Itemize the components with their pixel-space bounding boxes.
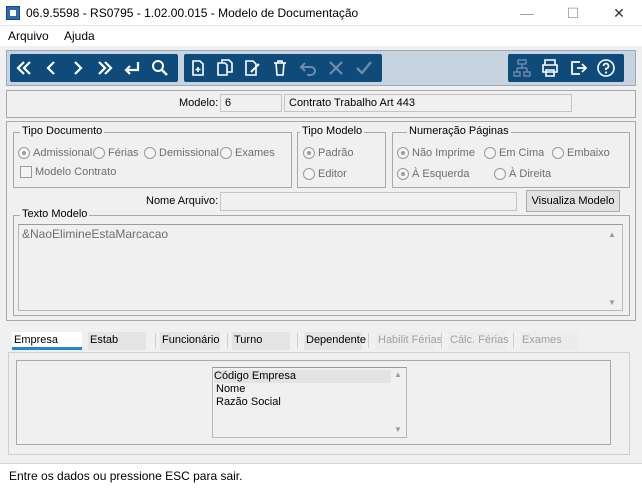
modelo-contrato-checkbox[interactable]: Modelo Contrato <box>20 166 117 179</box>
modelo-label: Modelo: <box>179 97 219 109</box>
radio-demissional-label: Demissional <box>159 147 219 159</box>
search-icon[interactable] <box>148 56 172 80</box>
scroll-down-icon[interactable]: ▼ <box>608 298 616 307</box>
radio-exames-indicator[interactable] <box>220 147 232 160</box>
tab-estab[interactable]: Estab <box>88 332 146 350</box>
edit-icon[interactable] <box>240 56 264 80</box>
radio-nao-imprime-indicator[interactable] <box>397 147 409 160</box>
scroll-up-icon[interactable]: ▲ <box>608 230 616 239</box>
first-icon[interactable] <box>12 56 36 80</box>
radio-embaixo-indicator[interactable] <box>552 147 564 160</box>
modelo-description-field: Contrato Trabalho Art 443 <box>284 94 572 112</box>
list-scroll-up-icon[interactable]: ▲ <box>394 370 402 379</box>
nome-arquivo-label: Nome Arquivo: <box>146 195 219 207</box>
radio-em-cima-label: Em Cima <box>499 147 545 159</box>
tab-separator <box>297 333 298 348</box>
list-item[interactable]: Razão Social <box>216 396 281 409</box>
modelo-contrato-label: Modelo Contrato <box>35 166 117 178</box>
window-title: 06.9.5598 - RS0795 - 1.02.00.015 - Model… <box>26 6 359 20</box>
exit-icon[interactable] <box>566 56 590 80</box>
numeracao-legend: Numeração Páginas <box>407 125 511 137</box>
minimize-icon[interactable]: — <box>504 0 550 26</box>
radio-padrao-label: Padrão <box>318 147 354 159</box>
tab-separator <box>227 333 228 348</box>
previous-icon[interactable] <box>39 56 63 80</box>
help-icon[interactable] <box>594 56 618 80</box>
goto-icon[interactable] <box>120 56 144 80</box>
tipo-documento-group <box>13 132 292 188</box>
radio-exames[interactable]: Exames <box>220 147 275 160</box>
print-icon[interactable] <box>538 56 562 80</box>
list-item[interactable]: Código Empresa <box>214 370 391 383</box>
radio-ferias-indicator[interactable] <box>93 147 105 160</box>
status-text: Entre os dados ou pressione ESC para sai… <box>9 469 243 483</box>
radio-embaixo-label: Embaixo <box>567 147 610 159</box>
tab-separator <box>513 333 514 348</box>
radio-demissional-indicator[interactable] <box>144 147 156 160</box>
radio-admissional-indicator[interactable] <box>18 147 30 160</box>
radio-a-esquerda[interactable]: À Esquerda <box>397 168 470 181</box>
tipo-modelo-legend: Tipo Modelo <box>300 125 365 137</box>
tab-separator <box>155 333 156 348</box>
radio-a-direita[interactable]: À Direita <box>494 168 552 181</box>
nav-toolbar-group <box>10 54 178 82</box>
modelo-code-field[interactable]: 6 <box>220 94 282 112</box>
radio-embaixo[interactable]: Embaixo <box>552 147 610 160</box>
tree-icon[interactable] <box>510 56 534 80</box>
menu-arquivo[interactable]: Arquivo <box>8 29 49 43</box>
tab-empresa[interactable]: Empresa <box>12 332 82 350</box>
next-icon[interactable] <box>66 56 90 80</box>
radio-demissional[interactable]: Demissional <box>144 147 219 160</box>
app-icon <box>6 6 20 20</box>
new-icon[interactable] <box>186 56 210 80</box>
last-icon[interactable] <box>93 56 117 80</box>
menu-bar <box>0 26 642 46</box>
tab-exames[interactable]: Exames <box>520 332 578 350</box>
menu-ajuda[interactable]: Ajuda <box>64 29 95 43</box>
tab-turno[interactable]: Turno <box>232 332 290 350</box>
radio-em-cima-indicator[interactable] <box>484 147 496 160</box>
radio-em-cima[interactable]: Em Cima <box>484 147 545 160</box>
texto-modelo-legend: Texto Modelo <box>20 208 90 220</box>
tipo-documento-legend: Tipo Documento <box>20 125 105 137</box>
delete-icon[interactable] <box>268 56 292 80</box>
tab-calc-ferias[interactable]: Cálc. Férias <box>448 332 509 350</box>
system-toolbar-group <box>508 54 624 82</box>
radio-exames-label: Exames <box>235 147 275 159</box>
radio-padrao[interactable]: Padrão <box>303 147 354 160</box>
undo-icon[interactable] <box>296 56 320 80</box>
tab-separator <box>368 333 369 348</box>
close-icon[interactable]: ✕ <box>596 0 642 26</box>
radio-admissional[interactable]: Admissional <box>18 147 93 160</box>
radio-editor-label: Editor <box>318 168 347 180</box>
edit-toolbar-group <box>184 54 382 82</box>
radio-ferias[interactable]: Férias <box>93 147 139 160</box>
copy-icon[interactable] <box>213 56 237 80</box>
radio-padrao-indicator[interactable] <box>303 147 315 160</box>
texto-modelo-value: &NaoElimineEstaMarcacao <box>22 227 169 241</box>
tab-habilit-ferias[interactable]: Habilit Férias <box>376 332 442 350</box>
cancel-icon[interactable] <box>324 56 348 80</box>
texto-modelo-scrollbar[interactable]: ▲ ▼ <box>604 228 620 308</box>
visualiza-modelo-button[interactable]: Visualiza Modelo <box>526 190 620 212</box>
list-scroll-down-icon[interactable]: ▼ <box>394 425 402 434</box>
radio-a-direita-label: À Direita <box>509 168 552 180</box>
list-item[interactable]: Nome <box>216 383 245 396</box>
radio-editor-indicator[interactable] <box>303 168 315 181</box>
modelo-contrato-check-indicator[interactable] <box>20 166 32 179</box>
radio-nao-imprime[interactable]: Não Imprime <box>397 147 475 160</box>
tab-funcionario[interactable]: Funcionário <box>160 332 220 350</box>
radio-ferias-label: Férias <box>108 147 139 159</box>
confirm-icon[interactable] <box>352 56 376 80</box>
radio-nao-imprime-label: Não Imprime <box>412 147 475 159</box>
radio-a-esquerda-indicator[interactable] <box>397 168 409 181</box>
radio-a-esquerda-label: À Esquerda <box>412 168 470 180</box>
tab-separator <box>441 333 442 348</box>
nome-arquivo-field[interactable] <box>220 192 517 211</box>
radio-admissional-label: Admissional <box>33 147 93 159</box>
radio-a-direita-indicator[interactable] <box>494 168 506 181</box>
tab-dependente[interactable]: Dependente <box>304 332 366 350</box>
maximize-icon[interactable]: ☐ <box>550 0 596 26</box>
radio-editor[interactable]: Editor <box>303 168 347 181</box>
